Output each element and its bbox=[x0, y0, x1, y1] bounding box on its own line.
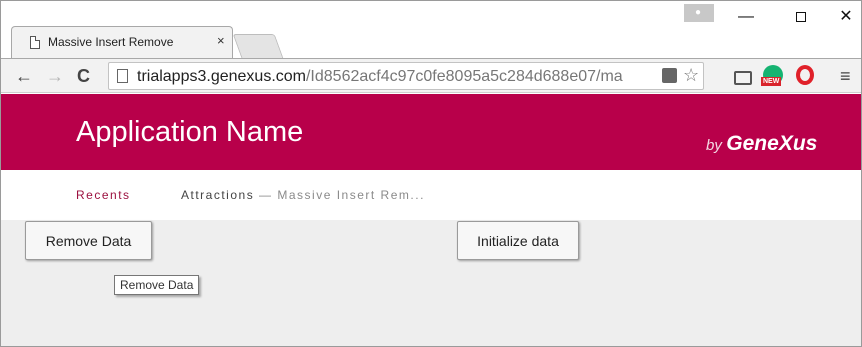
maximize-button[interactable] bbox=[786, 5, 816, 29]
url-host: trialapps3.genexus.com bbox=[137, 68, 306, 85]
close-window-button[interactable]: ✕ bbox=[831, 5, 861, 29]
translate-icon[interactable] bbox=[662, 68, 677, 83]
remove-data-tooltip: Remove Data bbox=[114, 275, 200, 295]
genexus-logo: by GeneXus bbox=[706, 132, 817, 156]
profile-button[interactable]: ● bbox=[684, 4, 714, 22]
browser-tab[interactable]: Massive Insert Remove × bbox=[11, 26, 233, 58]
minimize-button[interactable]: — bbox=[731, 5, 761, 29]
new-tab-button[interactable] bbox=[232, 34, 284, 58]
cast-icon[interactable] bbox=[734, 71, 752, 85]
reload-button[interactable]: C bbox=[77, 63, 90, 89]
brand-label: GeneXus bbox=[726, 132, 818, 155]
maximize-icon bbox=[796, 12, 806, 22]
breadcrumb-recents-link[interactable]: Recents bbox=[76, 188, 131, 202]
tab-title: Massive Insert Remove bbox=[48, 35, 174, 49]
app-title: Application Name bbox=[76, 116, 304, 148]
remove-data-button[interactable]: Remove Data bbox=[25, 221, 152, 260]
initialize-data-button[interactable]: Initialize data bbox=[457, 221, 579, 260]
breadcrumb-current-sub: — Massive Insert Rem... bbox=[254, 188, 425, 202]
new-badge: NEW bbox=[761, 77, 782, 86]
page-icon bbox=[30, 36, 40, 49]
browser-menu-icon[interactable]: ≡ bbox=[840, 65, 851, 87]
app-header: Application Name by GeneXus bbox=[1, 94, 861, 170]
back-button[interactable]: ← bbox=[15, 63, 33, 89]
bookmark-star-icon[interactable]: ☆ bbox=[683, 65, 699, 86]
web-page: Application Name by GeneXus Recents Attr… bbox=[1, 94, 861, 346]
breadcrumb-current-label: Attractions bbox=[181, 188, 255, 202]
opera-extension-icon[interactable] bbox=[796, 65, 814, 85]
title-bar: Massive Insert Remove × ● — ✕ bbox=[1, 1, 861, 59]
grammarly-extension-icon[interactable]: NEW bbox=[761, 65, 783, 86]
url-path: /Id8562acf4c97c0fe8095a5c284d688e07/ma bbox=[305, 68, 623, 85]
forward-button[interactable]: → bbox=[46, 63, 64, 89]
url-text[interactable]: trialapps3.genexus.com/Id8562acf4c97c0fe… bbox=[137, 68, 677, 86]
breadcrumb-current: Attractions — Massive Insert Rem... bbox=[181, 188, 425, 202]
breadcrumb: Recents Attractions — Massive Insert Rem… bbox=[1, 170, 861, 220]
user-icon: ● bbox=[695, 7, 702, 18]
by-label: by bbox=[706, 137, 722, 154]
page-info-icon[interactable] bbox=[117, 69, 128, 83]
address-bar[interactable]: trialapps3.genexus.com/Id8562acf4c97c0fe… bbox=[108, 62, 704, 90]
browser-toolbar: ← → C trialapps3.genexus.com/Id8562acf4c… bbox=[1, 58, 861, 93]
browser-window: Massive Insert Remove × ● — ✕ ← → C tria… bbox=[0, 0, 862, 347]
tab-close-icon[interactable]: × bbox=[217, 33, 225, 48]
